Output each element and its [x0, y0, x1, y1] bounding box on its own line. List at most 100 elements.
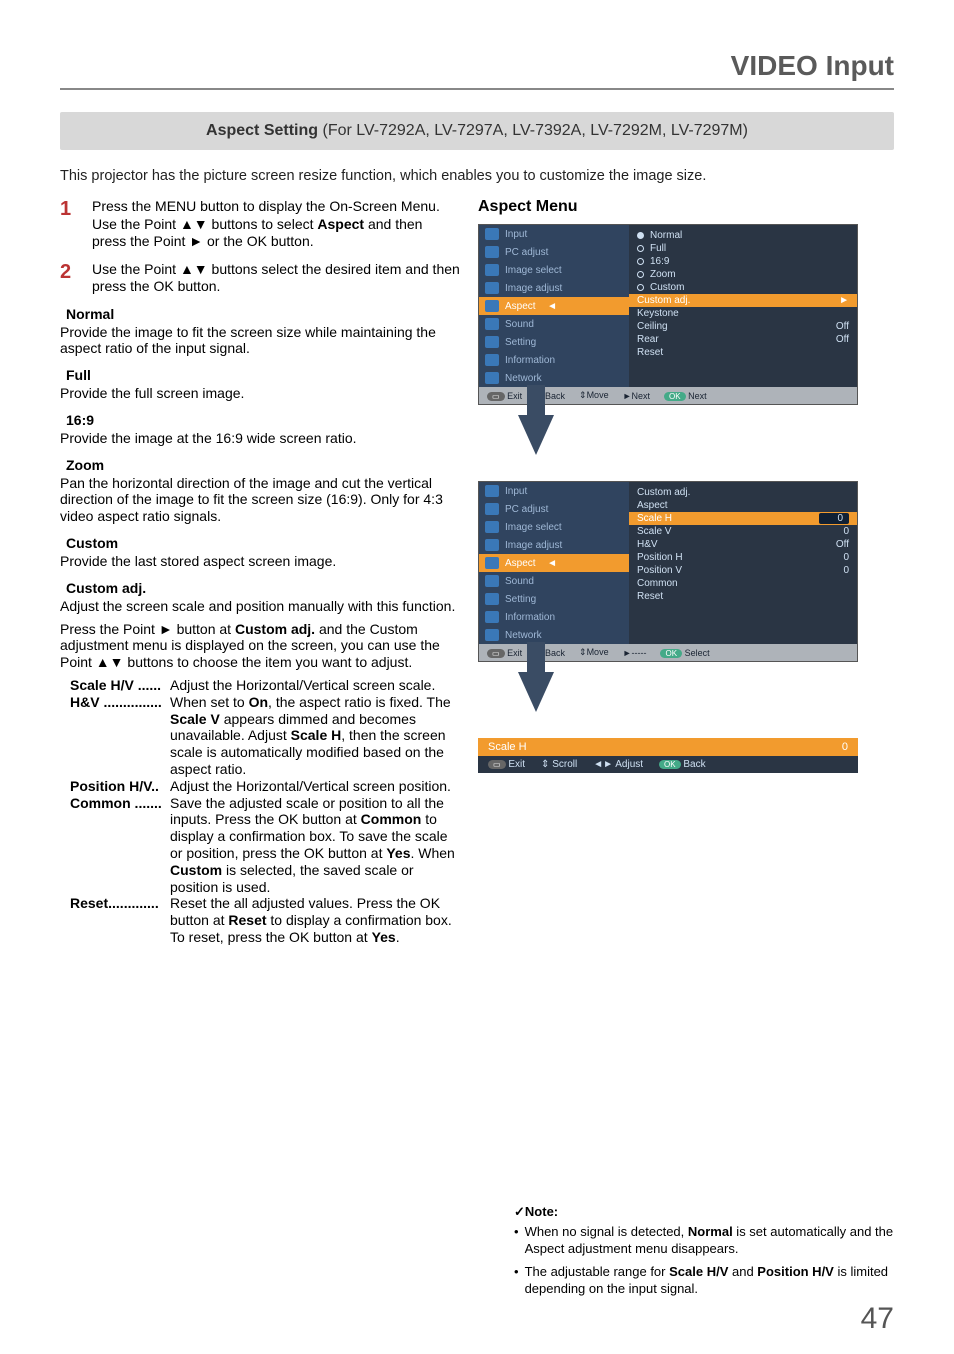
def-common: Common ....... Save the adjusted scale o…	[60, 795, 460, 896]
osd-item-aspect: Aspect ◄	[479, 297, 629, 315]
t: Position V	[637, 565, 682, 576]
def-scale: Scale H/V ...... Adjust the Horizontal/V…	[60, 677, 460, 694]
aspect-icon	[485, 300, 499, 312]
ok-pill-icon: OK	[660, 649, 682, 658]
t: Yes	[372, 929, 396, 945]
t: Normal	[650, 230, 682, 241]
t: and	[728, 1264, 757, 1279]
radio-icon	[637, 258, 644, 265]
t: Position H	[637, 552, 683, 563]
osd2-hv: H&VOff	[637, 538, 849, 551]
t: Scale H	[291, 727, 342, 743]
def-value: Reset the all adjusted values. Press the…	[170, 895, 460, 945]
t: Ceiling	[637, 321, 668, 332]
def-reset: Reset............. Reset the all adjuste…	[60, 895, 460, 945]
t: When set to	[170, 694, 249, 710]
intro-text: This projector has the picture screen re…	[60, 168, 894, 184]
osd-item-setting: Setting	[479, 590, 629, 608]
osd2-title: Custom adj.	[637, 486, 849, 499]
osd-item-information: Information	[479, 351, 629, 369]
osd-item-imageadjust: Image adjust	[479, 279, 629, 297]
t: Custom	[650, 282, 684, 293]
osd2-reset: Reset	[637, 590, 849, 603]
t: Press the Point ► button at	[60, 621, 235, 637]
osd2-common: Common	[637, 577, 849, 590]
r169-text: Provide the image at the 16:9 wide scree…	[60, 430, 460, 447]
t: Aspect	[505, 301, 536, 312]
t: Sound	[505, 576, 534, 587]
t: Scale V	[637, 526, 671, 537]
t: H&V	[637, 539, 658, 550]
info-icon	[485, 354, 499, 366]
radio-icon	[637, 245, 644, 252]
t: 0	[819, 552, 849, 563]
t: Keystone	[637, 308, 679, 319]
right-column: Aspect Menu Input PC adjust Image select…	[478, 198, 894, 946]
osd-item-aspect: Aspect ◄	[479, 554, 629, 572]
t: Common	[70, 795, 131, 811]
osd-item-network: Network	[479, 369, 629, 387]
t: . When	[410, 845, 454, 861]
osd-item-setting: Setting	[479, 333, 629, 351]
section-title: Aspect Setting (For LV-7292A, LV-7297A, …	[60, 112, 894, 150]
left-column: 1 Press the MENU button to display the O…	[60, 198, 460, 946]
t: Full	[650, 243, 666, 254]
osd-slider: Scale H 0 ▭ Exit ⇕ Scroll ◄► Adjust OK B…	[478, 738, 858, 773]
osd-options: Custom adj. Aspect Scale H0 Scale V0 H&V…	[629, 482, 857, 644]
def-label: H&V ...............	[60, 694, 170, 778]
page-header: VIDEO Input	[60, 50, 894, 90]
t: PC adjust	[505, 247, 548, 258]
slider-value: 0	[842, 741, 848, 753]
customadj-text2: Press the Point ► button at Custom adj. …	[60, 621, 460, 671]
opt-custom: Custom	[637, 281, 849, 294]
step-2: 2 Use the Point ▲▼ buttons select the de…	[60, 261, 460, 296]
osd-item-imageadjust: Image adjust	[479, 536, 629, 554]
normal-text: Provide the image to fit the screen size…	[60, 324, 460, 358]
step-1: 1 Press the MENU button to display the O…	[60, 198, 460, 251]
slider-footer: ▭ Exit ⇕ Scroll ◄► Adjust OK Back	[478, 756, 858, 773]
setting-icon	[485, 593, 499, 605]
def-label: Position H/V..	[60, 778, 170, 795]
t: Input	[505, 229, 527, 240]
osd-options: Normal Full 16:9 Zoom Custom Custom adj.…	[629, 225, 857, 387]
slider-row: Scale H 0	[478, 738, 858, 756]
t: Custom	[170, 862, 222, 878]
t: Position H/V	[70, 778, 151, 794]
t: 0	[819, 513, 849, 524]
custom-text: Provide the last stored aspect screen im…	[60, 553, 460, 570]
note-box: ✓Note: •When no signal is detected, Norm…	[514, 1204, 894, 1304]
osd2-scaleh: Scale H 0	[629, 512, 857, 525]
t: Off	[819, 334, 849, 345]
t: Select	[685, 648, 710, 658]
t: Scale H	[637, 513, 672, 524]
osd-item-input: Input	[479, 225, 629, 243]
exit-pill-icon: ▭	[487, 392, 505, 401]
t: Custom adj.	[235, 621, 315, 637]
t: Information	[505, 355, 555, 366]
opt-keystone: Keystone	[637, 307, 849, 320]
t: H&V	[70, 694, 100, 710]
t: 0	[819, 565, 849, 576]
t: Next	[688, 391, 707, 401]
def-hv: H&V ............... When set to On, the …	[60, 694, 460, 778]
t: Zoom	[650, 269, 676, 280]
slider-label: Scale H	[488, 741, 527, 753]
bullet-icon: •	[514, 1264, 519, 1298]
t: Yes	[386, 845, 410, 861]
aspect-icon	[485, 557, 499, 569]
input-icon	[485, 228, 499, 240]
t: Image adjust	[505, 540, 562, 551]
t: Sound	[505, 319, 534, 330]
t: Network	[505, 373, 542, 384]
t: Reset	[637, 347, 663, 358]
t: Back	[683, 759, 705, 770]
page-number: 47	[861, 1302, 894, 1336]
def-value: When set to On, the aspect ratio is fixe…	[170, 694, 460, 778]
t: 16:9	[650, 256, 669, 267]
def-position: Position H/V.. Adjust the Horizontal/Ver…	[60, 778, 460, 795]
t: ►-----	[623, 648, 647, 658]
t: Reset	[637, 591, 663, 602]
sound-icon	[485, 575, 499, 587]
opt-ceiling: CeilingOff	[637, 320, 849, 333]
def-value: Save the adjusted scale or position to a…	[170, 795, 460, 896]
